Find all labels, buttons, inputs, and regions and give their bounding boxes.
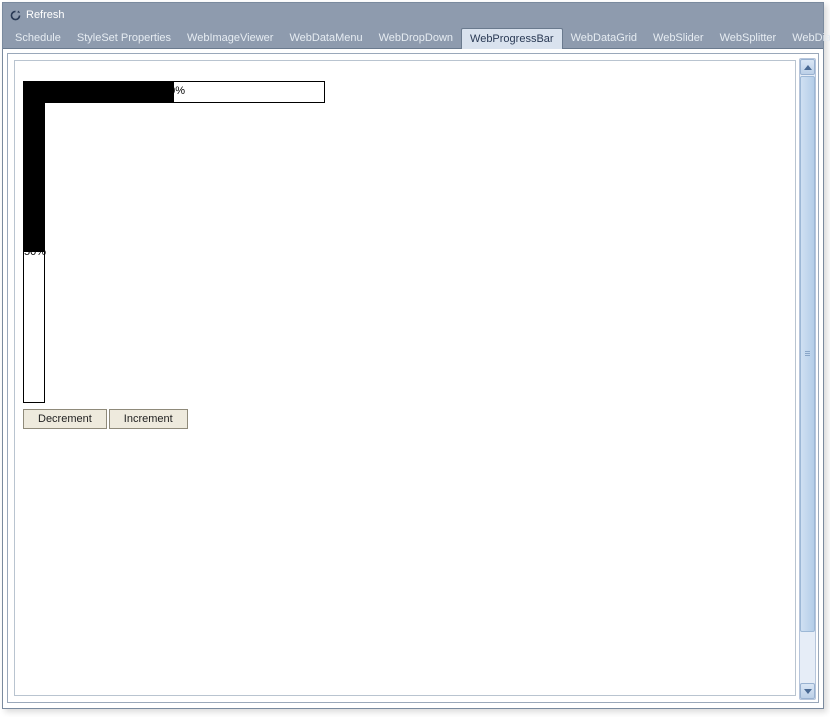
horizontal-progress-bar: 50%: [23, 81, 325, 103]
tab-webdropdown[interactable]: WebDropDown: [371, 28, 461, 48]
chevron-down-icon: [804, 689, 812, 694]
tab-webdatagrid[interactable]: WebDataGrid: [563, 28, 645, 48]
vertical-progress-label: 50%: [24, 246, 44, 258]
tab-schedule[interactable]: Schedule: [7, 28, 69, 48]
scroll-track[interactable]: [800, 76, 815, 682]
app-window: Refresh Schedule StyleSet Properties Web…: [2, 2, 824, 709]
tab-webimageviewer[interactable]: WebImageViewer: [179, 28, 281, 48]
vertical-progress-fill: [24, 102, 44, 252]
decrement-button[interactable]: Decrement: [23, 409, 107, 429]
titlebar: Refresh: [3, 3, 823, 27]
horizontal-progress-label: 50%: [24, 85, 324, 97]
content-frame: 50% 50% Decrement Increment: [7, 53, 819, 703]
scroll-up-button[interactable]: [800, 59, 815, 75]
tab-webprogressbar[interactable]: WebProgressBar: [461, 28, 563, 49]
chevron-up-icon: [804, 65, 812, 70]
scroll-down-button[interactable]: [800, 683, 815, 699]
refresh-icon: [9, 9, 22, 22]
vertical-scrollbar[interactable]: [799, 58, 816, 700]
increment-button[interactable]: Increment: [109, 409, 188, 429]
button-row: Decrement Increment: [23, 409, 188, 429]
tab-webdialog[interactable]: WebDialog: [784, 28, 830, 48]
content-panel: 50% 50% Decrement Increment: [14, 60, 796, 696]
tab-webslider[interactable]: WebSlider: [645, 28, 712, 48]
vertical-progress-bar: 50%: [23, 101, 45, 403]
scroll-thumb[interactable]: [800, 76, 815, 632]
tab-websplitter[interactable]: WebSplitter: [712, 28, 785, 48]
tab-webdatamenu[interactable]: WebDataMenu: [281, 28, 370, 48]
titlebar-title: Refresh: [26, 9, 65, 21]
tab-strip: Schedule StyleSet Properties WebImageVie…: [3, 27, 823, 49]
tab-styleset-properties[interactable]: StyleSet Properties: [69, 28, 179, 48]
